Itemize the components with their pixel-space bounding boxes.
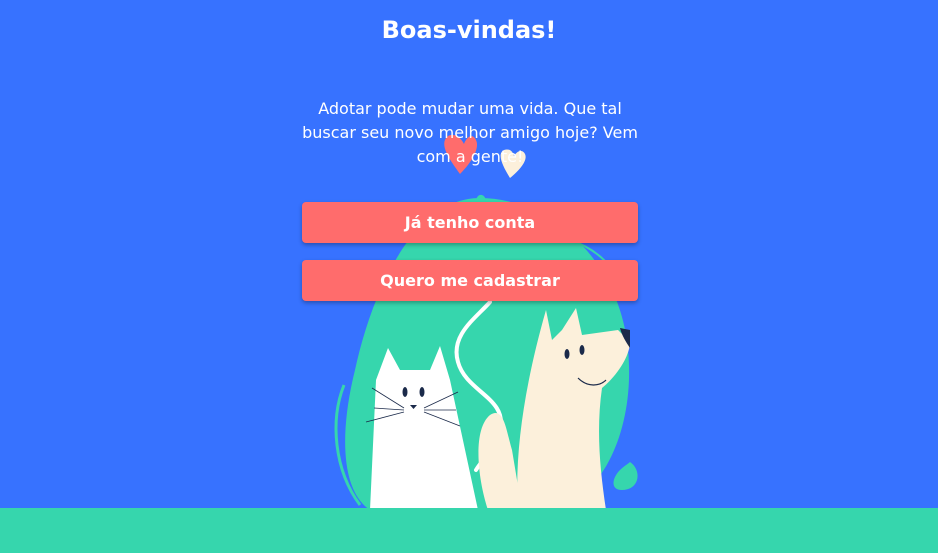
welcome-description: Adotar pode mudar uma vida. Que tal busc… — [302, 99, 638, 166]
pets-illustration — [334, 134, 638, 510]
welcome-page: Boas-vindas! Adotar pode mudar uma vida.… — [0, 0, 938, 553]
page-title: Boas-vindas! — [381, 16, 557, 44]
green-drop — [613, 462, 638, 490]
signup-button[interactable]: Quero me cadastrar — [302, 260, 638, 301]
login-button[interactable]: Já tenho conta — [302, 202, 638, 243]
ground-strip — [0, 508, 938, 553]
